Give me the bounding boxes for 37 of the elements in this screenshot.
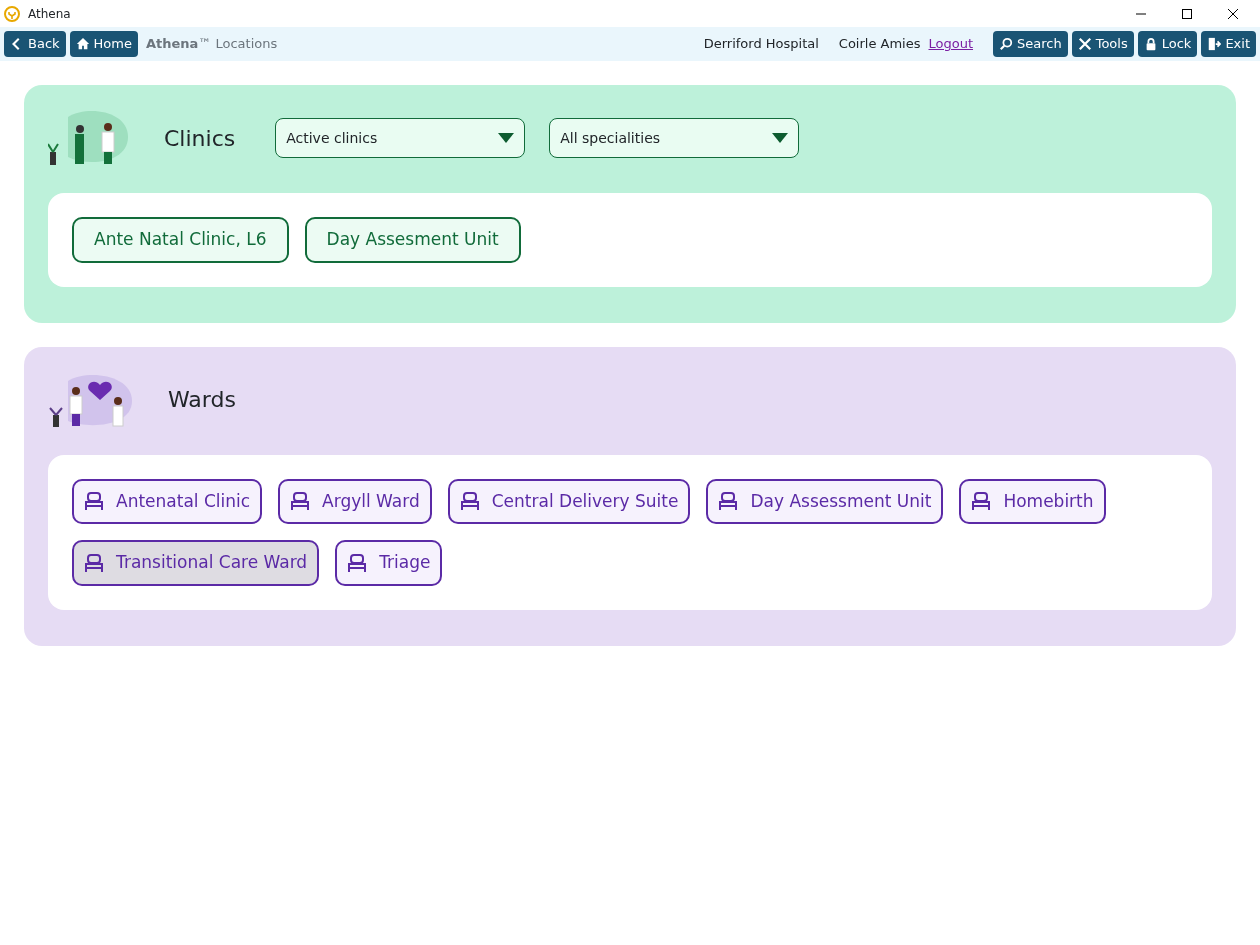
ward-button[interactable]: Central Delivery Suite — [447, 478, 691, 524]
bed-icon — [84, 491, 104, 512]
ward-button[interactable]: Transitional Care Ward — [72, 540, 320, 586]
ward-button[interactable]: Argyll Ward — [278, 478, 432, 524]
dropdown-arrow-icon — [498, 133, 515, 143]
lock-button[interactable]: Lock — [1137, 31, 1198, 57]
window-title: Athena — [28, 5, 71, 23]
bed-icon — [347, 552, 368, 573]
filter-dropdown[interactable]: All specialities — [549, 118, 800, 158]
search-icon — [999, 37, 1013, 51]
bed-icon — [971, 491, 992, 512]
ward-button[interactable]: Antenatal Clinic — [72, 478, 263, 524]
bed-icon — [84, 552, 104, 573]
ward-button[interactable]: Day Assessment Unit — [706, 478, 944, 524]
bed-icon — [459, 491, 480, 512]
app-logo-icon — [4, 5, 20, 22]
door-exit-icon — [1207, 37, 1222, 51]
ward-button[interactable]: Homebirth — [959, 478, 1106, 524]
clinic-button[interactable]: Ante Natal Clinic, L6 — [72, 217, 289, 263]
bed-icon — [290, 491, 311, 512]
home-button[interactable]: Home — [69, 31, 138, 57]
tools-button[interactable]: Tools — [1071, 31, 1134, 57]
hospital-name: Derriford Hospital — [703, 35, 819, 54]
home-icon — [75, 37, 90, 51]
back-button[interactable]: Back — [4, 31, 66, 57]
exit-button[interactable]: Exit — [1201, 31, 1256, 57]
dropdown-arrow-icon — [772, 133, 789, 143]
filter-dropdown[interactable]: Active clinics — [275, 118, 526, 158]
section-title: Wards — [168, 386, 236, 414]
section-title: Clinics — [164, 124, 236, 153]
page-title: Athena™ Locations — [145, 35, 278, 54]
user-name: Coirle Amies — [838, 35, 921, 54]
clinic-button[interactable]: Day Assesment Unit — [304, 217, 521, 263]
logout-link[interactable]: Logout — [928, 34, 973, 54]
search-button[interactable]: Search — [993, 31, 1068, 57]
bed-icon — [718, 491, 739, 512]
ward-button[interactable]: Triage — [335, 540, 443, 586]
